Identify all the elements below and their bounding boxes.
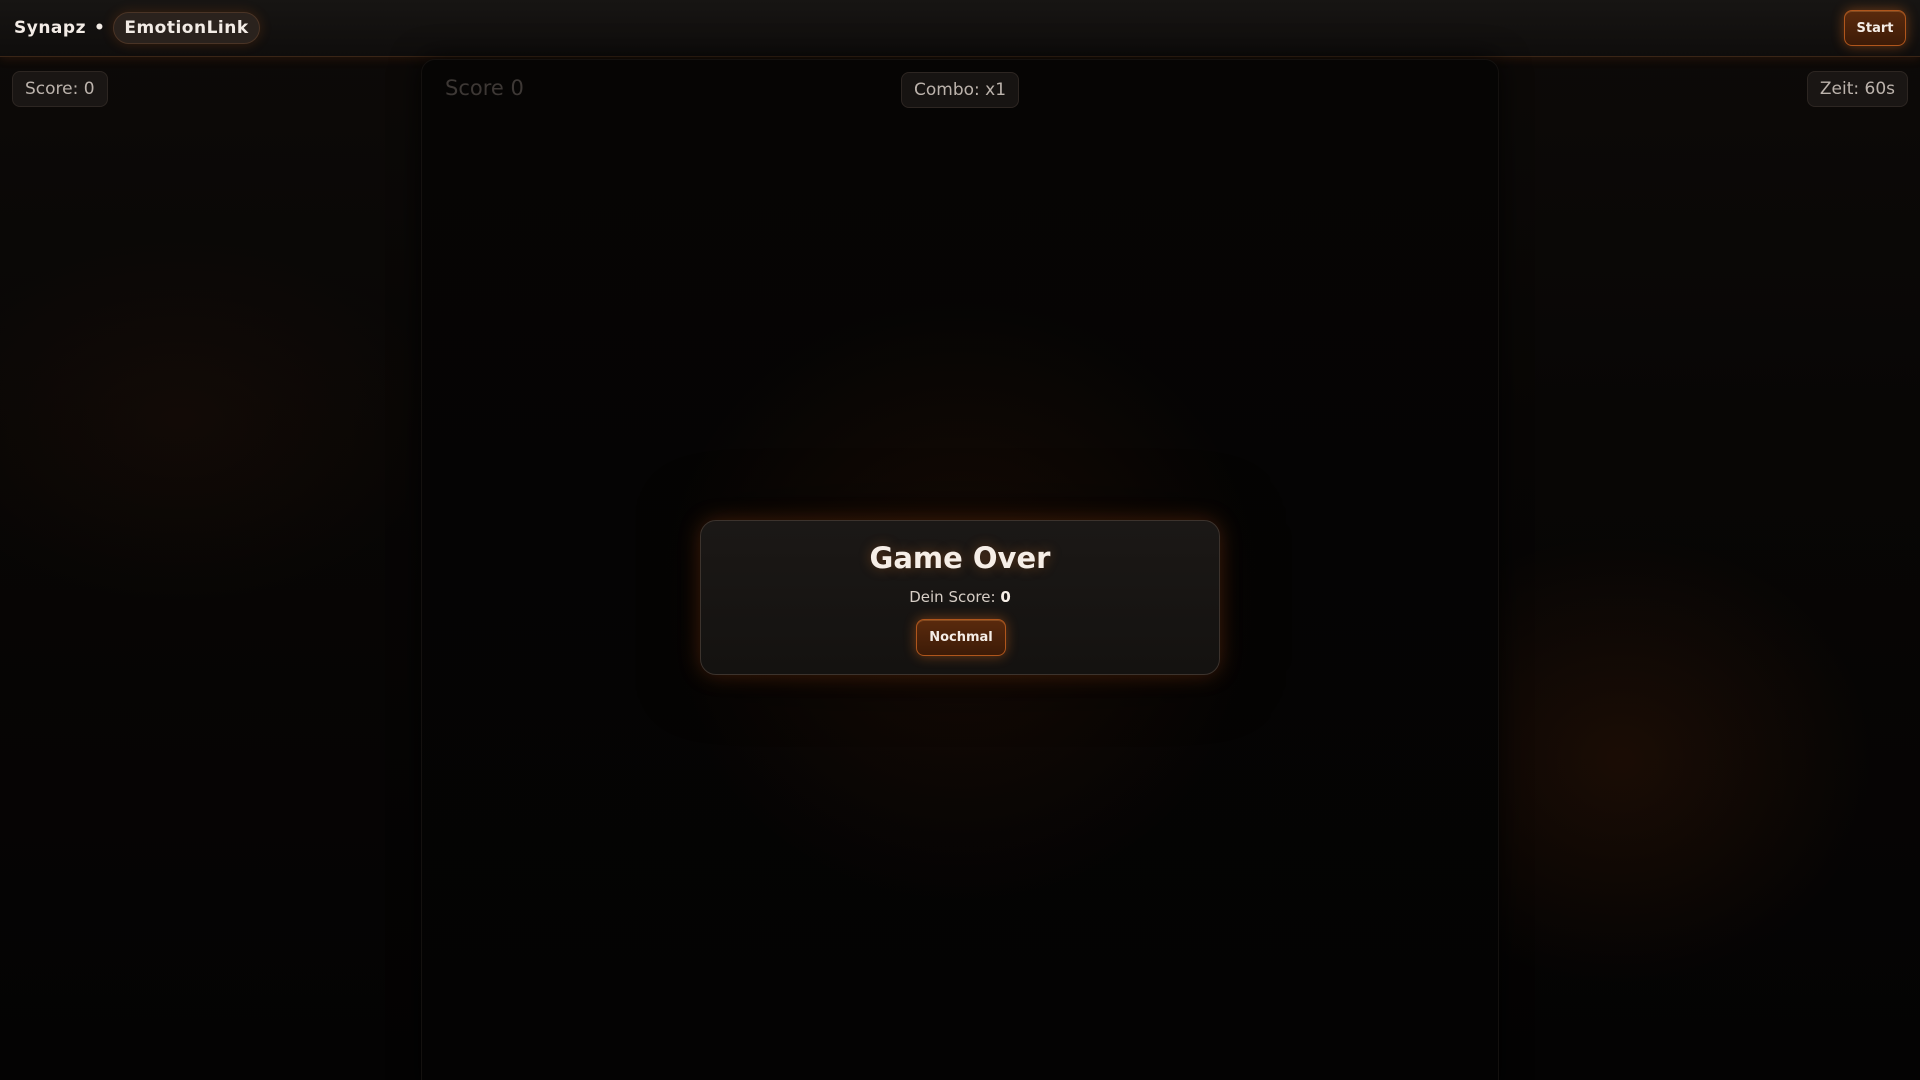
brand-separator: • [93,18,106,38]
final-score-value: 0 [1000,588,1011,606]
time-chip: Zeit: 60s [1806,71,1908,107]
combo-chip: Combo: x1 [901,72,1020,108]
brand: Synapz • EmotionLink [14,12,260,44]
top-bar: Synapz • EmotionLink Start [0,0,1920,57]
game-over-title: Game Over [869,541,1051,575]
final-score: Dein Score: 0 [701,588,1219,606]
game-name-badge: EmotionLink [113,12,260,44]
game-over-dialog: Game Over Dein Score: 0 Nochmal [700,520,1220,675]
final-score-label: Dein Score: [909,588,996,606]
brand-name: Synapz [14,18,86,38]
field-score-label: Score 0 [445,76,524,100]
play-again-button[interactable]: Nochmal [916,619,1006,656]
score-chip: Score: 0 [12,71,108,107]
game-app: Synapz • EmotionLink Start Score: 0 Zeit… [0,0,1920,1080]
start-button[interactable]: Start [1844,10,1906,46]
